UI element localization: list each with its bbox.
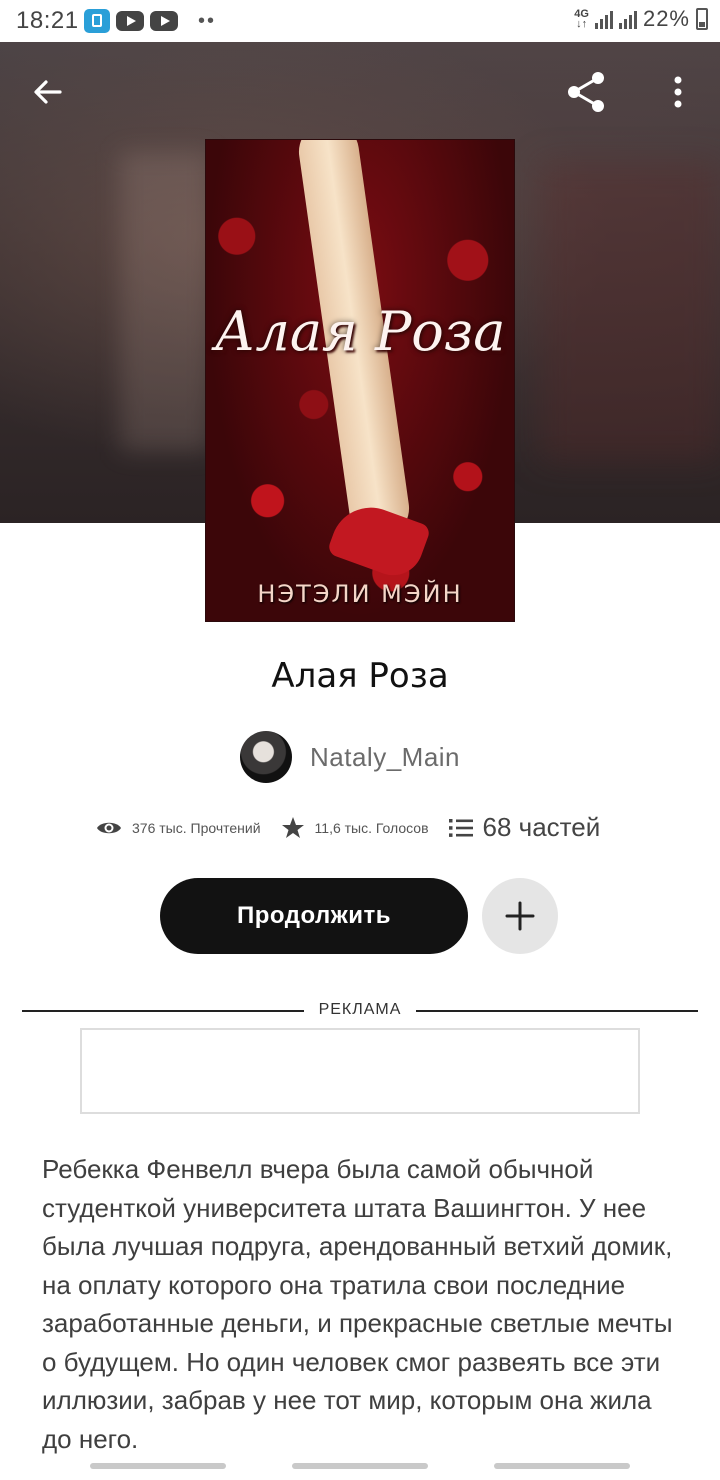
ad-divider xyxy=(22,1010,304,1012)
reads-count: 376 тыс. Прочтений xyxy=(132,819,261,836)
app-notification-icon xyxy=(84,9,110,33)
plus-icon xyxy=(505,901,535,931)
star-icon xyxy=(281,816,304,838)
nav-indicator xyxy=(292,1463,428,1469)
status-right: 4G ↓↑ 22% xyxy=(574,6,708,32)
book-cover[interactable]: Алая Роза НЭТЭЛИ МЭЙН xyxy=(206,140,514,621)
youtube-icon xyxy=(116,11,144,31)
share-icon xyxy=(568,72,604,112)
continue-reading-button[interactable]: Продолжить xyxy=(160,878,468,954)
votes-count: 11,6 тыс. Голосов xyxy=(314,819,429,836)
more-vertical-icon xyxy=(674,76,682,108)
author-link[interactable]: Nataly_Main xyxy=(240,730,460,784)
ad-slot[interactable] xyxy=(80,1028,640,1114)
battery-percent: 22% xyxy=(642,6,690,31)
cover-title: Алая Роза xyxy=(214,300,506,363)
nav-indicator xyxy=(494,1463,630,1469)
more-options-button[interactable] xyxy=(652,66,704,118)
author-name[interactable]: Nataly_Main xyxy=(310,742,460,773)
share-button[interactable] xyxy=(560,66,612,118)
ad-divider xyxy=(416,1010,698,1012)
signal-icon xyxy=(594,9,613,29)
ad-label: РЕКЛАМА xyxy=(318,1001,402,1018)
book-description: Ребекка Фенвелл вчера была самой обычной… xyxy=(42,1154,673,1454)
cover-illustration-shoe xyxy=(326,496,432,584)
battery-icon xyxy=(696,8,708,30)
list-icon xyxy=(448,818,473,837)
parts-stat[interactable]: 68 частей xyxy=(448,812,601,843)
cover-author: НЭТЭЛИ МЭЙН xyxy=(257,580,463,608)
add-to-library-button[interactable] xyxy=(482,878,558,954)
parts-count[interactable]: 68 частей xyxy=(483,812,601,843)
notification-icons: •• xyxy=(84,9,216,33)
status-time: 18:21 xyxy=(16,7,79,34)
book-title: Алая Роза xyxy=(271,656,449,696)
network-type: 4G ↓↑ xyxy=(574,8,589,30)
more-notifications-icon: •• xyxy=(198,9,217,32)
eye-icon xyxy=(97,822,121,833)
nav-indicator xyxy=(90,1463,226,1469)
youtube-icon xyxy=(150,11,178,31)
signal-icon xyxy=(618,9,637,29)
book-stats: 376 тыс. Прочтений 11,6 тыс. Голосов 68 … xyxy=(96,812,620,843)
status-bar: 18:21 •• 4G ↓↑ 22% xyxy=(0,0,720,42)
reads-stat: 376 тыс. Прочтений xyxy=(96,819,261,837)
back-button[interactable] xyxy=(22,66,74,118)
author-avatar[interactable] xyxy=(240,731,292,783)
votes-stat: 11,6 тыс. Голосов xyxy=(281,816,429,840)
arrow-left-icon xyxy=(34,80,62,104)
